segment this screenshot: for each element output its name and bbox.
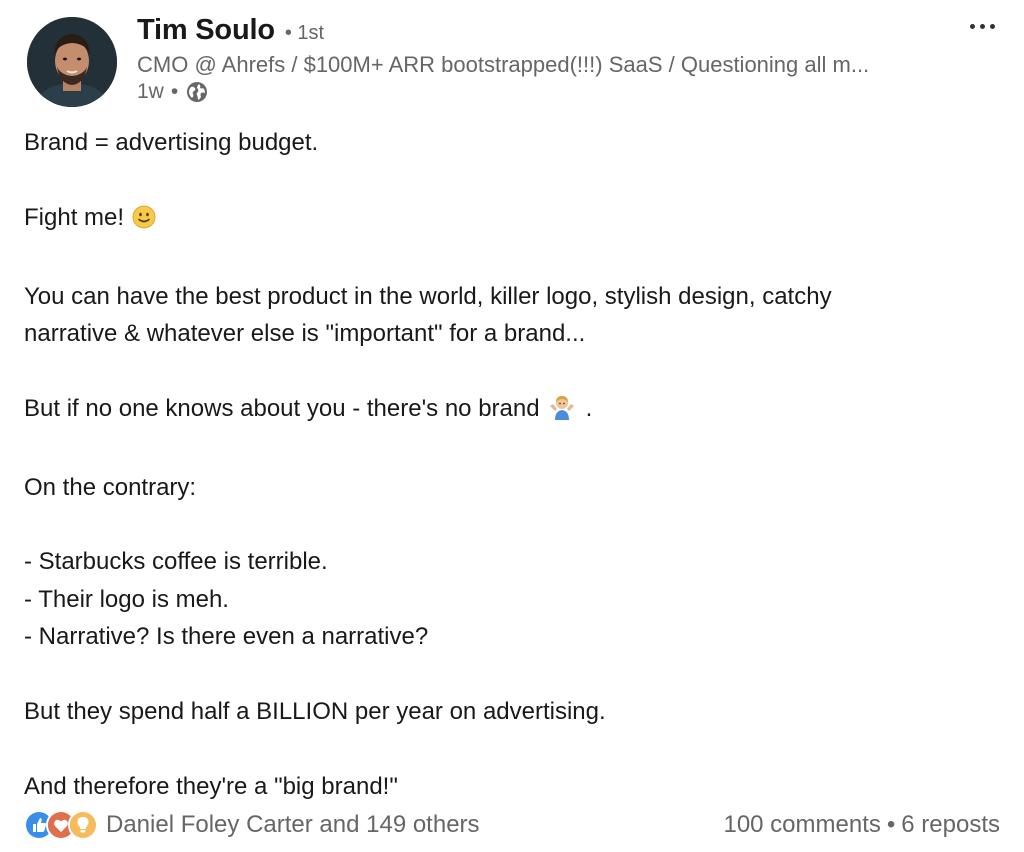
reaction-icons bbox=[24, 810, 98, 840]
post-line-text: Fight me! bbox=[24, 203, 125, 231]
engagement-separator: • bbox=[886, 811, 896, 838]
post-line: Brand = advertising budget. bbox=[24, 129, 319, 156]
post-line: - Their logo is meh. bbox=[24, 585, 229, 613]
man-shrugging-icon bbox=[548, 394, 576, 431]
post-line bbox=[24, 730, 1004, 767]
avatar[interactable] bbox=[27, 17, 117, 107]
post-line bbox=[24, 161, 1004, 198]
post-line: Fight me! bbox=[24, 199, 1004, 240]
author-name-row: Tim Soulo • 1st bbox=[137, 14, 324, 47]
post-line-suffix: . bbox=[585, 394, 593, 422]
more-options-button[interactable] bbox=[962, 12, 1002, 40]
post-line bbox=[24, 352, 1004, 389]
dot-icon bbox=[989, 23, 995, 29]
engagement-counts: 100 comments • 6 reposts bbox=[723, 811, 1000, 839]
social-counts-bar: Daniel Foley Carter and 149 others 100 c… bbox=[24, 806, 1000, 844]
post-line: But if no one knows about you - there's … bbox=[24, 390, 1004, 431]
comments-count[interactable]: 100 comments bbox=[723, 811, 880, 839]
post-line bbox=[24, 240, 1004, 277]
insightful-icon bbox=[68, 810, 98, 840]
linkedin-post: Tim Soulo • 1st CMO @ Ahrefs / $100M+ AR… bbox=[0, 0, 1024, 852]
post-line: And therefore they're a "big brand!" bbox=[24, 772, 398, 800]
post-line: You can have the best product in the wor… bbox=[24, 282, 832, 310]
reactions-summary[interactable]: Daniel Foley Carter and 149 others bbox=[24, 810, 480, 840]
post-line: But they spend half a BILLION per year o… bbox=[24, 698, 606, 725]
post-text: Brand = advertising budget. Fight me! Yo… bbox=[24, 124, 1004, 805]
globe-icon bbox=[185, 80, 209, 104]
post-line bbox=[24, 431, 1004, 468]
dot-icon bbox=[969, 23, 975, 29]
connection-degree-label: 1st bbox=[297, 22, 325, 44]
post-line-text: But if no one knows about you - there's … bbox=[24, 394, 540, 422]
post-line: On the contrary: bbox=[24, 473, 197, 501]
reposts-count[interactable]: 6 reposts bbox=[901, 811, 1000, 839]
reactions-text: Daniel Foley Carter and 149 others bbox=[106, 811, 480, 838]
meta-separator: • bbox=[170, 80, 179, 103]
post-line bbox=[24, 506, 1004, 543]
post-meta: 1w • bbox=[137, 80, 209, 104]
post-time: 1w bbox=[137, 80, 164, 103]
author-headline: CMO @ Ahrefs / $100M+ ARR bootstrapped(!… bbox=[137, 52, 870, 77]
post-line bbox=[24, 656, 1004, 693]
slightly-smiling-face-icon bbox=[132, 203, 156, 240]
connection-degree: • 1st bbox=[284, 22, 325, 44]
post-line: narrative & whatever else is "important"… bbox=[24, 320, 586, 347]
author-name[interactable]: Tim Soulo bbox=[137, 14, 275, 47]
post-line: - Narrative? Is there even a narrative? bbox=[24, 623, 429, 651]
dot-icon bbox=[979, 23, 985, 29]
post-line: - Starbucks coffee is terrible. bbox=[24, 548, 328, 576]
